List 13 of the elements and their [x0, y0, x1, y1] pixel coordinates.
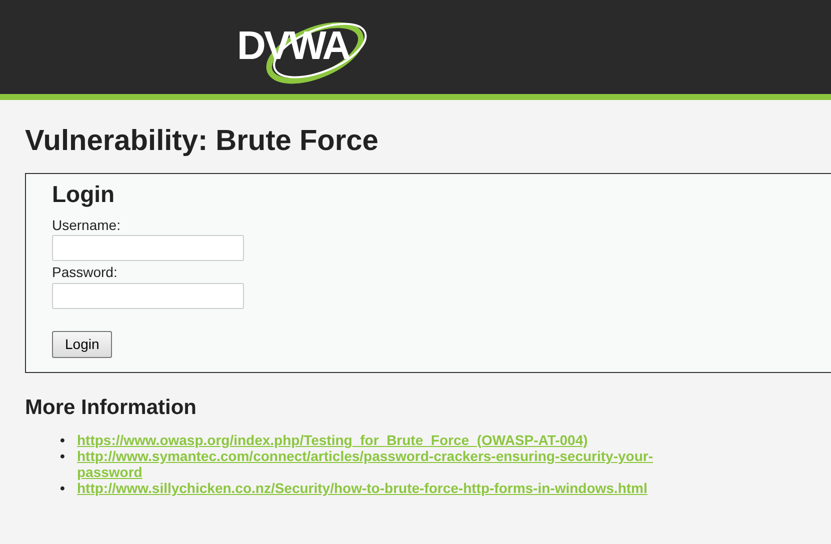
bullet: •	[60, 480, 66, 496]
login-heading: Login	[52, 180, 116, 209]
input-field[interactable]	[52, 282, 244, 309]
link[interactable]: https://www.owasp.org/index.php/Testing_for_Brute_Force_(OWASP-AT-004)	[77, 432, 588, 448]
login-button[interactable]: Login	[52, 330, 112, 358]
bullet: •	[60, 432, 66, 448]
field-label: Password:	[52, 265, 118, 281]
field-label: Username:	[52, 218, 120, 234]
bullet: •	[60, 448, 66, 466]
input-field[interactable]	[52, 235, 244, 262]
page-title: Vulnerability: Brute Force	[25, 124, 380, 159]
section-heading: More Information	[25, 394, 198, 420]
link[interactable]: http://www.sillychicken.co.nz/Security/how-to-brute-force-http-forms-in-windows.html	[77, 480, 648, 496]
